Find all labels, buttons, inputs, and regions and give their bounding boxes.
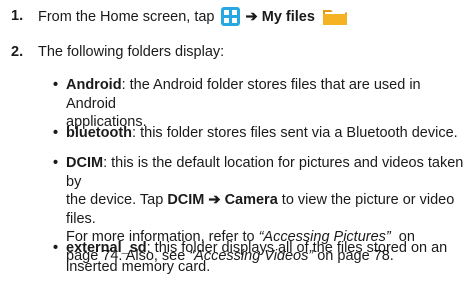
step-number: 2. — [11, 44, 24, 60]
bullet-dot: • — [53, 240, 59, 256]
folder-name: external_sd — [66, 240, 147, 256]
dcim-camera-path: DCIM ➔ Camera — [167, 192, 278, 208]
apps-grid-icon — [220, 7, 240, 26]
step-text: The following folders display: — [38, 44, 225, 60]
folder-description: the device. Tap — [66, 192, 168, 208]
arrow-glyph: ➔ — [245, 9, 258, 25]
folder-description: : this folder stores files sent via a Bl… — [132, 125, 458, 141]
step-text: From the Home screen, tap ➔ My files — [38, 7, 468, 26]
my-files-label: My files — [261, 9, 315, 25]
bullet-dot: • — [53, 125, 59, 141]
folder-name: bluetooth — [66, 125, 133, 141]
folder-description: : this folder displays all of the files … — [146, 240, 448, 256]
folder-icon — [322, 7, 348, 26]
step-instruction: From the Home screen, tap — [38, 9, 219, 25]
folder-description: inserted memory card. — [66, 258, 211, 275]
step-number: 1. — [11, 8, 24, 24]
folder-name: Android — [66, 77, 122, 93]
folder-description: : this is the default location for pictu… — [66, 155, 464, 190]
folder-name: DCIM — [66, 155, 104, 171]
bullet-dot: • — [53, 77, 59, 93]
bullet-dot: • — [53, 155, 59, 171]
